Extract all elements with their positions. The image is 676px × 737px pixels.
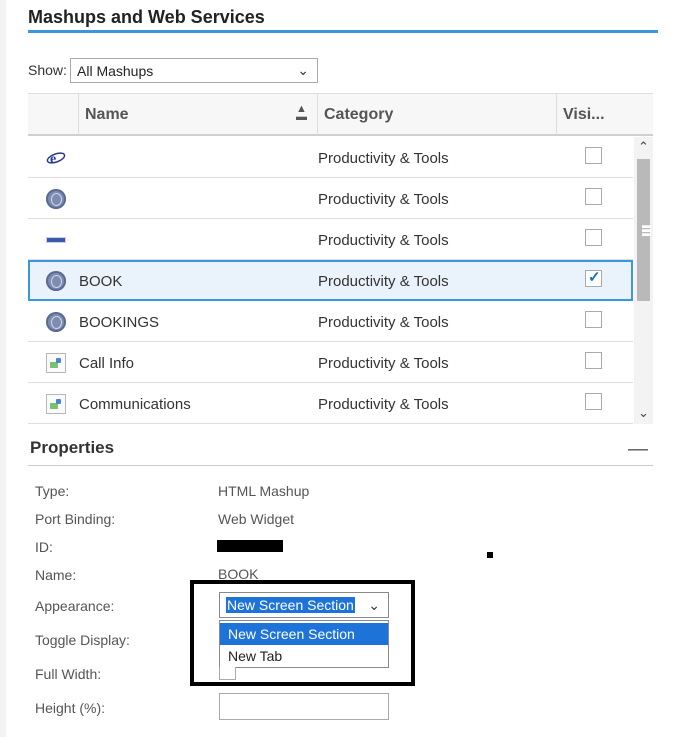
ie-logo-icon: e [46,148,66,168]
small-logo-icon [46,230,66,250]
height-input[interactable] [219,693,389,720]
port-binding-value: Web Widget [218,511,294,527]
table-row[interactable]: Communications Productivity & Tools [28,383,633,424]
type-value: HTML Mashup [218,483,310,499]
panel-title: Mashups and Web Services [28,7,265,27]
height-label: Height (%): [35,700,106,716]
show-label: Show: [28,62,67,78]
name-label: Name: [35,567,77,583]
svg-text:e: e [50,152,56,167]
grid-scrollbar[interactable]: ⌃ ▬ ▬ ▬ ⌄ [634,137,653,424]
title-underline [28,30,658,33]
column-header-visible[interactable]: Visi... [556,94,633,135]
row-category: Productivity & Tools [318,396,449,413]
table-row[interactable]: Call Info Productivity & Tools [28,342,633,383]
column-header-visible-label: Visi... [563,106,605,123]
show-filter-select[interactable]: All Mashups ⌄ [70,58,318,83]
toggle-display-label: Toggle Display: [35,632,130,648]
broken-image-icon [46,353,66,373]
table-row-selected[interactable]: BOOK Productivity & Tools ✓ [28,260,633,301]
column-header-category-label: Category [324,106,394,123]
redaction-mark [487,552,493,558]
grip-icon: ▬ ▬ ▬ [642,220,651,238]
visible-checkbox[interactable] [585,147,602,164]
row-category: Productivity & Tools [318,273,449,290]
properties-divider [28,465,653,466]
checkmark-icon: ✓ [588,269,601,286]
table-row[interactable]: e Productivity & Tools [28,137,633,178]
column-header-category[interactable]: Category [317,94,556,135]
table-row[interactable]: BOOKINGS Productivity & Tools [28,301,633,342]
visible-checkbox[interactable] [585,311,602,328]
visible-checkbox[interactable] [585,352,602,369]
globe-icon [46,189,66,209]
visible-checkbox[interactable] [585,393,602,410]
id-label: ID: [35,539,53,555]
row-category: Productivity & Tools [318,314,449,331]
row-category: Productivity & Tools [318,191,449,208]
column-header-name[interactable]: Name ▲ ▬ [78,94,317,135]
port-binding-label: Port Binding: [35,511,116,527]
type-label: Type: [35,483,70,499]
row-name: Call Info [79,355,135,372]
table-row[interactable]: Productivity & Tools [28,219,633,260]
redacted-id-value [217,540,283,552]
scrollbar-thumb[interactable]: ▬ ▬ ▬ [637,159,651,301]
collapse-icon[interactable]: — [628,438,648,461]
chevron-up-icon[interactable]: ⌃ [638,139,649,155]
visible-checkbox[interactable] [585,188,602,205]
row-name: BOOK [79,273,123,290]
properties-title: Properties [30,438,115,457]
full-width-label: Full Width: [35,666,102,682]
left-edge-strip [0,0,6,737]
chevron-down-icon: ⌄ [297,62,309,78]
row-category: Productivity & Tools [318,150,449,167]
appearance-label: Appearance: [35,598,115,614]
broken-image-icon [46,394,66,414]
globe-icon [46,271,66,291]
row-category: Productivity & Tools [318,355,449,372]
row-name: Communications [79,396,191,413]
table-row[interactable]: Productivity & Tools [28,178,633,219]
grid-body: e Productivity & Tools Productivity & To… [28,137,633,424]
chevron-down-icon[interactable]: ⌄ [638,405,649,421]
show-filter-value: All Mashups [77,63,154,79]
sort-ascending-icon[interactable]: ▲ ▬ [296,104,307,123]
grid-header: Name ▲ ▬ Category Visi... [28,93,653,136]
visible-checkbox[interactable] [585,229,602,246]
row-category: Productivity & Tools [318,232,449,249]
annotation-highlight-box [190,580,415,686]
globe-icon [46,312,66,332]
visible-checkbox-checked[interactable]: ✓ [585,269,602,287]
column-header-name-label: Name [85,106,129,123]
row-name: BOOKINGS [79,314,160,331]
